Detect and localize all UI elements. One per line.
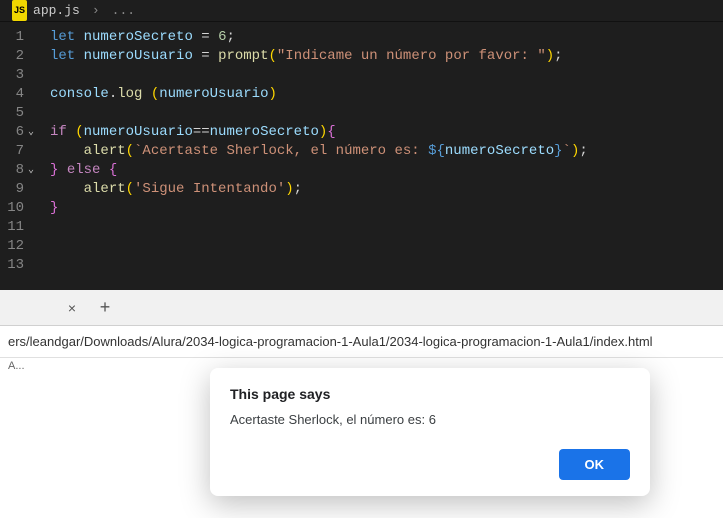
browser-tab[interactable]: × <box>0 290 90 325</box>
browser-tab-bar: × + <box>0 290 723 326</box>
breadcrumb-more[interactable]: ... <box>112 1 135 20</box>
line-number: 10 <box>0 199 24 218</box>
ok-button[interactable]: OK <box>559 449 631 480</box>
breadcrumb: JS app.js › ... <box>0 0 723 22</box>
line-number: 8⌄ <box>0 161 24 180</box>
code-line[interactable] <box>50 256 588 275</box>
code-line[interactable]: console.log (numeroUsuario) <box>50 85 588 104</box>
line-number: 5 <box>0 104 24 123</box>
line-number: 12 <box>0 237 24 256</box>
line-number: 7 <box>0 142 24 161</box>
chevron-right-icon: › <box>92 1 100 20</box>
code-line[interactable]: let numeroUsuario = prompt("Indicame un … <box>50 47 588 66</box>
line-number: 11 <box>0 218 24 237</box>
line-number: 2 <box>0 47 24 66</box>
line-number-gutter: 1 2 3 4 5 6⌄ 7 8⌄ 9 10 11 12 13 <box>0 28 30 275</box>
code-line[interactable] <box>50 66 588 85</box>
alert-message: Acertaste Sherlock, el número es: 6 <box>230 412 630 427</box>
url-text: ers/leandgar/Downloads/Alura/2034-logica… <box>8 334 653 349</box>
line-number: 6⌄ <box>0 123 24 142</box>
code-line[interactable] <box>50 218 588 237</box>
alert-dialog: This page says Acertaste Sherlock, el nú… <box>210 368 650 496</box>
code-content[interactable]: let numeroSecreto = 6; let numeroUsuario… <box>30 28 588 275</box>
code-area[interactable]: 1 2 3 4 5 6⌄ 7 8⌄ 9 10 11 12 13 let nume… <box>0 22 723 275</box>
js-file-icon: JS <box>12 0 27 21</box>
fold-icon[interactable]: ⌄ <box>28 161 34 180</box>
code-line[interactable] <box>50 237 588 256</box>
browser-window: × + ers/leandgar/Downloads/Alura/2034-lo… <box>0 290 723 518</box>
code-line[interactable]: } else { <box>50 161 588 180</box>
code-line[interactable]: if (numeroUsuario==numeroSecreto){ <box>50 123 588 142</box>
line-number: 4 <box>0 85 24 104</box>
code-line[interactable] <box>50 104 588 123</box>
close-tab-icon[interactable]: × <box>68 300 76 316</box>
file-name: app.js <box>33 1 80 20</box>
new-tab-button[interactable]: + <box>90 297 120 318</box>
code-line[interactable]: alert('Sigue Intentando'); <box>50 180 588 199</box>
alert-button-row: OK <box>230 449 630 480</box>
line-number: 9 <box>0 180 24 199</box>
code-line[interactable]: } <box>50 199 588 218</box>
fold-icon[interactable]: ⌄ <box>28 123 34 142</box>
editor-tab[interactable]: JS app.js › ... <box>4 0 143 21</box>
code-editor: JS app.js › ... 1 2 3 4 5 6⌄ 7 8⌄ 9 10 1… <box>0 0 723 290</box>
code-line[interactable]: alert(`Acertaste Sherlock, el número es:… <box>50 142 588 161</box>
line-number: 3 <box>0 66 24 85</box>
code-line[interactable]: let numeroSecreto = 6; <box>50 28 588 47</box>
alert-title: This page says <box>230 386 630 402</box>
line-number: 13 <box>0 256 24 275</box>
plus-icon: + <box>100 297 111 318</box>
line-number: 1 <box>0 28 24 47</box>
address-bar[interactable]: ers/leandgar/Downloads/Alura/2034-logica… <box>0 326 723 358</box>
